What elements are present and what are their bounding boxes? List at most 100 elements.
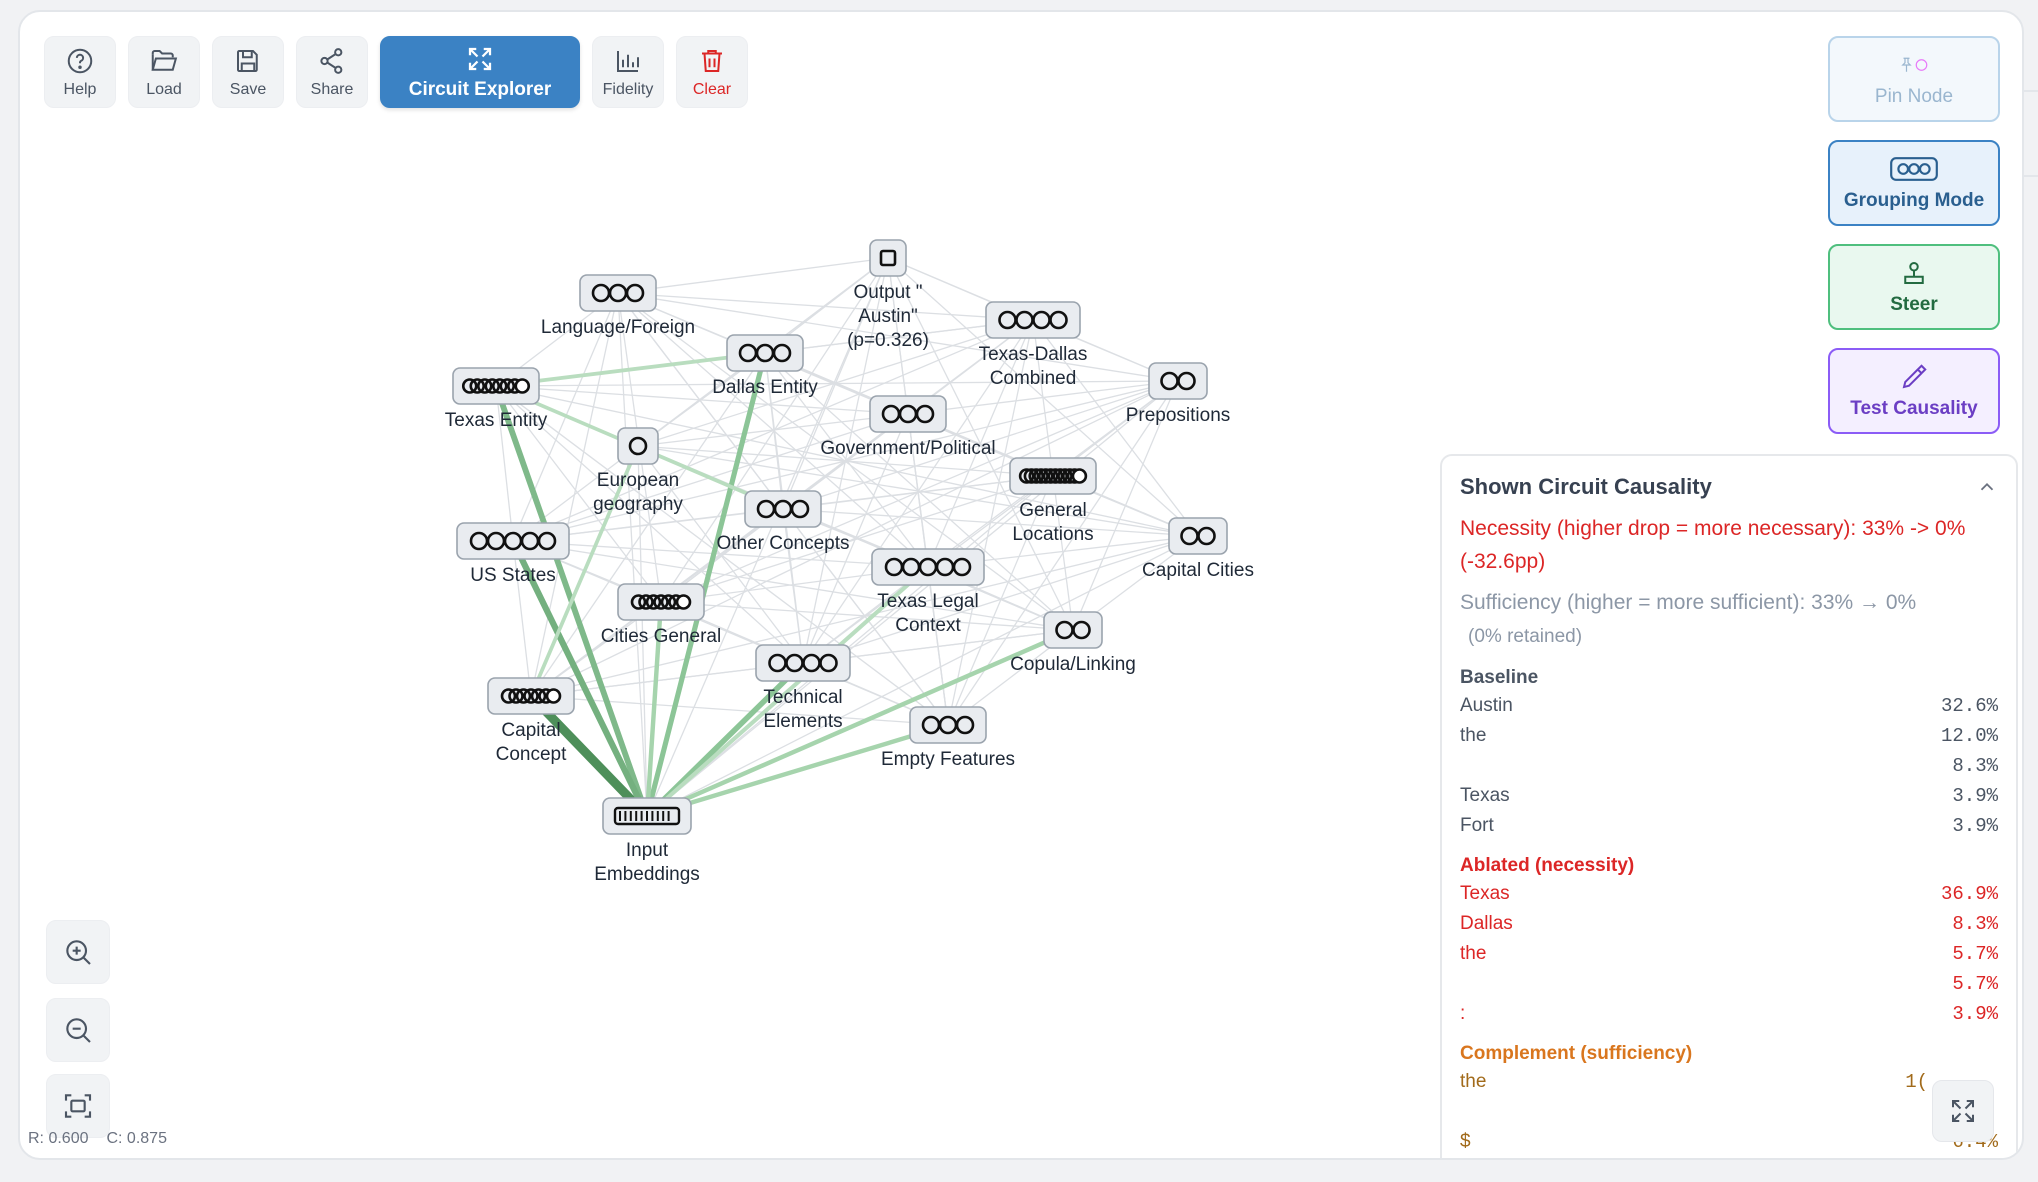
graph-node-government[interactable]: Government/Political <box>820 395 996 459</box>
resolution-readout: R: 0.600 C: 0.875 <box>28 1130 167 1148</box>
node-label: Texas Legal <box>877 591 978 612</box>
share-button[interactable]: Share <box>296 36 368 108</box>
node-label: European <box>597 470 679 491</box>
clear-label: Clear <box>692 80 732 98</box>
token: the <box>1460 1071 1487 1092</box>
token: $ <box>1460 1131 1471 1152</box>
probability: 1( <box>1905 1071 1928 1093</box>
graph-node-language[interactable]: Language/Foreign <box>541 274 695 338</box>
panel-expand-button[interactable] <box>1932 1080 1994 1142</box>
share-icon <box>320 47 343 74</box>
node-label: Copula/Linking <box>1010 654 1136 675</box>
graph-node-technical[interactable]: Technical Elements <box>755 644 851 732</box>
graph-edge <box>802 535 1199 664</box>
node-box <box>869 395 947 433</box>
help-label: Help <box>63 80 97 98</box>
probability: 5.7% <box>1952 943 1998 965</box>
list-item: the 12.0% <box>1460 721 1998 751</box>
fit-view-icon <box>64 1094 92 1118</box>
list-item: 8.3% <box>1460 751 1998 781</box>
node-label: Dallas Entity <box>712 377 818 398</box>
fidelity-label: Fidelity <box>602 80 654 98</box>
probability: 32.6% <box>1940 695 1998 717</box>
graph-node-prepositions[interactable]: Prepositions <box>1126 362 1231 426</box>
edge-divider <box>2024 90 2038 92</box>
zoom-out-button[interactable] <box>46 998 110 1062</box>
probability: 8.3% <box>1952 755 1998 777</box>
fit-view-button[interactable] <box>46 1074 110 1138</box>
steer-icon <box>1904 262 1924 284</box>
list-item: $6.4% <box>1460 1127 1998 1157</box>
highlighted-edge <box>644 627 1076 819</box>
node-label: Input <box>626 840 669 861</box>
circuit-explorer-button[interactable]: Circuit Explorer <box>380 36 580 108</box>
load-button[interactable]: Load <box>128 36 200 108</box>
help-icon <box>67 48 93 73</box>
list-item: Texas 36.9% <box>1460 879 1998 909</box>
trash-icon <box>702 49 722 72</box>
clear-button[interactable]: Clear <box>676 36 748 108</box>
graph-node-input[interactable]: Input Embeddings <box>594 797 700 885</box>
token: Texas <box>1460 785 1510 806</box>
baseline-header: Baseline <box>1460 667 1539 688</box>
save-button[interactable]: Save <box>212 36 284 108</box>
probability: 8.3% <box>1952 913 1998 935</box>
graph-node-european[interactable]: European geography <box>593 427 683 515</box>
steer-button[interactable]: Steer <box>1828 244 2000 330</box>
node-label: Texas-Dallas <box>979 344 1088 365</box>
graph-node-us_states[interactable]: US States <box>456 522 570 586</box>
probability: 36.9% <box>1940 883 1998 905</box>
graph-node-texas_dallas[interactable]: Texas-Dallas Combined <box>979 301 1088 389</box>
token: Austin <box>1460 695 1513 716</box>
graph-node-output[interactable]: Output " Austin" (p=0.326) <box>847 239 929 351</box>
node-label: Combined <box>990 368 1077 389</box>
node-label: Other Concepts <box>716 533 849 554</box>
baseline-list: Austin 32.6% the 12.0% 8.3% Texas 3.9% Fort… <box>1460 691 1998 841</box>
node-label: Texas Entity <box>445 410 548 431</box>
node-label: Technical <box>763 687 842 708</box>
node-box <box>744 490 822 528</box>
test-causality-button[interactable]: Test Causality <box>1828 348 2000 434</box>
node-label: Output " <box>853 282 922 303</box>
share-label: Share <box>310 80 354 98</box>
zoom-in-button[interactable] <box>46 920 110 984</box>
node-label: Cities General <box>601 626 721 647</box>
list-item: the 5.7% <box>1460 939 1998 969</box>
pin-node-button[interactable]: Pin Node <box>1828 36 2000 122</box>
node-box <box>869 239 907 277</box>
graph-node-general_loc[interactable]: General Locations <box>1009 457 1097 545</box>
node-box <box>909 706 987 744</box>
token: Texas <box>1460 883 1510 904</box>
token: the <box>1460 943 1487 964</box>
list-item: Dallas 8.3% <box>1460 909 1998 939</box>
panel-header[interactable]: Shown Circuit Causality <box>1460 474 1998 500</box>
node-label: Government/Political <box>820 438 995 459</box>
expand-icon <box>1952 1100 1974 1122</box>
complement-list: the 1( $6.4% <box>1460 1067 1998 1157</box>
zoom-in-icon <box>66 940 91 965</box>
bar-chart-icon <box>617 50 639 72</box>
list-item: the 1( <box>1460 1067 1998 1097</box>
graph-node-dallas[interactable]: Dallas Entity <box>712 334 818 398</box>
edge-divider <box>2024 175 2038 177</box>
fidelity-button[interactable]: Fidelity <box>592 36 664 108</box>
token: : <box>1460 1003 1466 1024</box>
graph-node-other[interactable]: Other Concepts <box>716 490 850 554</box>
grouping-mode-button[interactable]: Grouping Mode <box>1828 140 2000 226</box>
sufficiency-note: (0% retained) <box>1468 626 1583 647</box>
chevron-up-icon[interactable] <box>1976 476 1998 498</box>
help-button[interactable]: Help <box>44 36 116 108</box>
graph-node-texas_entity[interactable]: Texas Entity <box>445 367 548 431</box>
token: Fort <box>1460 815 1494 836</box>
graph-edge <box>617 292 1034 321</box>
token: the <box>1460 725 1487 746</box>
graph-node-cities_general[interactable]: Cities General <box>601 583 721 647</box>
node-label: Capital Cities <box>1142 560 1254 581</box>
list-item: : 3.9% <box>1460 999 1998 1029</box>
graph-edge <box>660 601 1074 631</box>
pin-icon <box>1901 57 1928 72</box>
r-value: R: 0.600 <box>28 1130 89 1147</box>
app-frame: Output " Austin" (p=0.326) Language/Foreign… <box>18 10 2024 1160</box>
circuit-graph[interactable]: Output " Austin" (p=0.326) Language/Foreign… <box>20 12 1420 1160</box>
c-value: C: 0.875 <box>106 1130 167 1147</box>
